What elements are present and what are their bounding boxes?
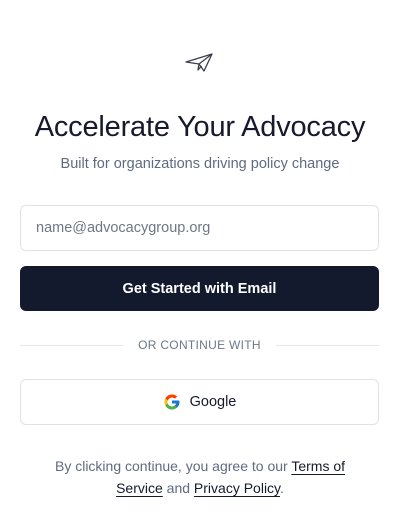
divider-line-right: [275, 344, 380, 346]
divider-line-left: [20, 344, 124, 346]
email-input[interactable]: [20, 205, 379, 251]
page-title: Accelerate Your Advocacy: [34, 111, 366, 143]
terms-prefix: By clicking continue, you agree to our: [54, 458, 288, 474]
google-signin-button[interactable]: Google: [20, 379, 379, 425]
divider-label: OR CONTINUE WITH: [138, 338, 261, 352]
google-button-label: Google: [189, 394, 237, 410]
get-started-email-label: Get Started with Email: [122, 280, 277, 297]
terms-notice: By clicking continue, you agree to our T…: [40, 455, 360, 499]
google-icon: [164, 394, 180, 410]
page-subtitle: Built for organizations driving policy c…: [60, 156, 340, 172]
get-started-email-button[interactable]: Get Started with Email: [20, 266, 379, 311]
terms-suffix: .: [280, 480, 284, 496]
paper-plane-icon: [185, 53, 213, 72]
terms-conjunction: and: [166, 480, 191, 496]
or-continue-divider: OR CONTINUE WITH: [20, 336, 380, 354]
signup-page: Accelerate Your Advocacy Built for organ…: [0, 0, 400, 525]
privacy-policy-link[interactable]: Privacy Policy: [194, 480, 280, 496]
